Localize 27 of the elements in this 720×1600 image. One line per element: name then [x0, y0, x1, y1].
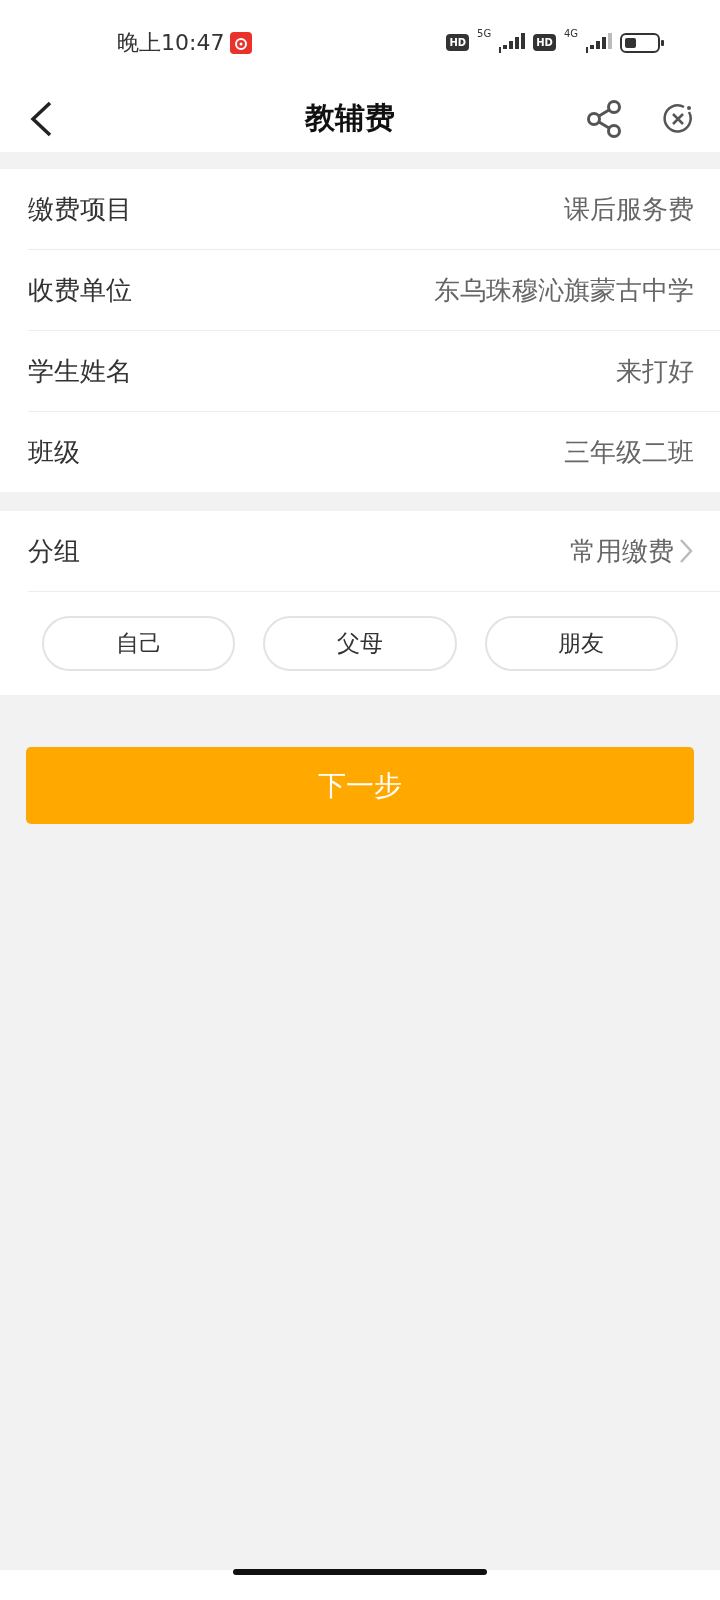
hd-badge: HD	[446, 34, 470, 51]
app-notification-icon	[230, 31, 253, 54]
signal-icon	[499, 32, 526, 53]
close-icon[interactable]	[662, 102, 694, 135]
row-value: 三年级二班	[564, 435, 694, 469]
group-selector[interactable]: 常用缴费	[570, 533, 694, 569]
row-label: 分组	[28, 534, 80, 568]
status-time: 晚上10:47	[117, 28, 225, 57]
group-option[interactable]: 自己	[42, 616, 236, 671]
group-option[interactable]: 朋友	[484, 616, 678, 671]
chevron-right-icon	[678, 538, 694, 564]
battery-icon	[620, 31, 664, 54]
group-option[interactable]: 父母	[263, 616, 457, 671]
network-type: 4G	[563, 27, 578, 39]
row-label: 学生姓名	[28, 354, 132, 388]
page-title: 教辅费	[303, 99, 396, 137]
row-label: 收费单位	[28, 273, 132, 307]
hd-badge: HD	[533, 34, 556, 51]
back-icon[interactable]	[28, 100, 54, 137]
row-label: 班级	[28, 435, 80, 469]
row-value: 课后服务费	[564, 192, 694, 226]
row-value: 东乌珠穆沁旗蒙古中学	[434, 273, 694, 307]
network-type: 5G	[477, 27, 492, 39]
signal-icon	[586, 32, 612, 53]
row-value: 来打好	[616, 354, 694, 388]
share-icon[interactable]	[586, 99, 622, 138]
row-label: 缴费项目	[28, 192, 132, 226]
